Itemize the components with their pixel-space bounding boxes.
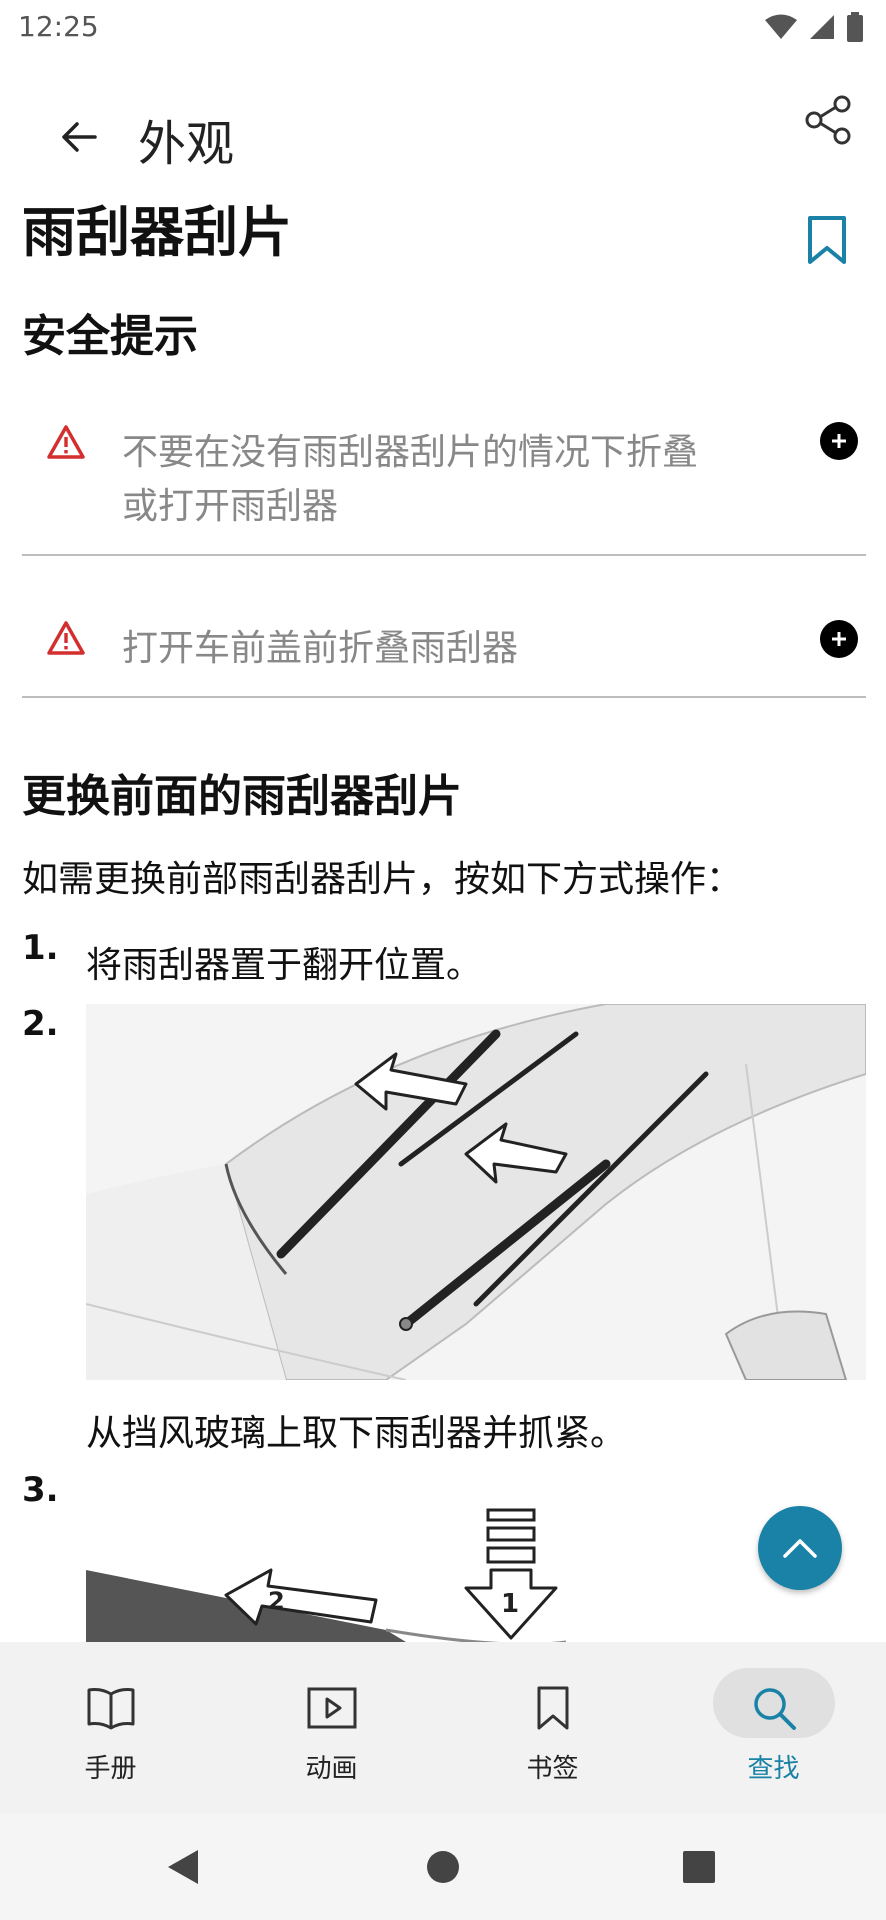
bottom-nav: 手册 动画 书签 查找 bbox=[0, 1642, 886, 1814]
safety-heading: 安全提示 bbox=[22, 311, 198, 362]
status-bar: 12:25 bbox=[0, 0, 886, 54]
signal-icon bbox=[810, 15, 834, 39]
system-back-icon[interactable] bbox=[166, 1848, 200, 1886]
bookmark-icon bbox=[808, 216, 846, 264]
step-number: 1. bbox=[22, 928, 59, 968]
wiper-illustration bbox=[86, 1004, 866, 1380]
intro-text: 如需更换前部雨刮器刮片，按如下方式操作： bbox=[22, 859, 743, 900]
warning-item[interactable]: 打开车前盖前折叠雨刮器 bbox=[22, 554, 866, 698]
nav-label: 书签 bbox=[526, 1754, 579, 1784]
status-time: 12:25 bbox=[18, 10, 99, 43]
nav-item-manual[interactable]: 手册 bbox=[0, 1642, 221, 1814]
system-home-icon[interactable] bbox=[426, 1850, 460, 1884]
warning-triangle-icon bbox=[47, 425, 85, 459]
scroll-top-button[interactable] bbox=[758, 1506, 842, 1590]
warning-triangle-icon bbox=[47, 621, 85, 655]
battery-icon bbox=[847, 12, 863, 42]
expand-button[interactable] bbox=[820, 620, 858, 658]
expand-button[interactable] bbox=[820, 422, 858, 460]
search-icon bbox=[744, 1678, 804, 1738]
replace-heading: 更换前面的雨刮器刮片 bbox=[22, 771, 462, 822]
warning-text: 不要在没有雨刮器刮片的情况下折叠或打开雨刮器 bbox=[122, 432, 699, 527]
chevron-up-icon bbox=[783, 1539, 817, 1558]
nav-label: 查找 bbox=[747, 1754, 800, 1784]
arrow-marker-1: 1 bbox=[501, 1589, 519, 1619]
step-number: 2. bbox=[22, 1004, 59, 1044]
plus-icon bbox=[832, 632, 846, 646]
arrow-marker-2: 2 bbox=[268, 1587, 285, 1615]
bookmark-button[interactable] bbox=[804, 214, 850, 268]
wiper-drawing bbox=[86, 1004, 866, 1380]
share-icon bbox=[805, 95, 851, 145]
step-text: 从挡风玻璃上取下雨刮器并抓紧。 bbox=[86, 1413, 627, 1454]
bookmark-icon bbox=[523, 1678, 583, 1738]
book-icon bbox=[81, 1678, 141, 1738]
step3-illustration: 2 1 bbox=[86, 1500, 866, 1642]
wifi-icon bbox=[765, 14, 797, 39]
play-icon bbox=[302, 1678, 362, 1738]
nav-item-bookmarks[interactable]: 书签 bbox=[442, 1642, 663, 1814]
page-title: 雨刮器刮片 bbox=[22, 201, 292, 264]
nav-label: 手册 bbox=[84, 1754, 137, 1784]
system-nav bbox=[0, 1814, 886, 1920]
arrow-left-icon bbox=[62, 122, 97, 152]
app-title: 外观 bbox=[138, 116, 235, 172]
step-number: 3. bbox=[22, 1470, 59, 1510]
nav-item-search[interactable]: 查找 bbox=[663, 1642, 884, 1814]
status-icons bbox=[764, 12, 864, 42]
app-bar: 外观 bbox=[0, 86, 886, 196]
plus-icon bbox=[832, 434, 846, 448]
nav-label: 动画 bbox=[305, 1754, 358, 1784]
step3-drawing: 2 1 bbox=[86, 1508, 566, 1642]
share-button[interactable] bbox=[800, 92, 856, 148]
warning-item[interactable]: 不要在没有雨刮器刮片的情况下折叠或打开雨刮器 bbox=[22, 400, 866, 556]
step-text: 将雨刮器置于翻开位置。 bbox=[86, 945, 483, 986]
back-button[interactable] bbox=[52, 110, 106, 164]
system-recents-icon[interactable] bbox=[682, 1850, 716, 1884]
warning-text: 打开车前盖前折叠雨刮器 bbox=[122, 628, 519, 669]
nav-item-animation[interactable]: 动画 bbox=[221, 1642, 442, 1814]
